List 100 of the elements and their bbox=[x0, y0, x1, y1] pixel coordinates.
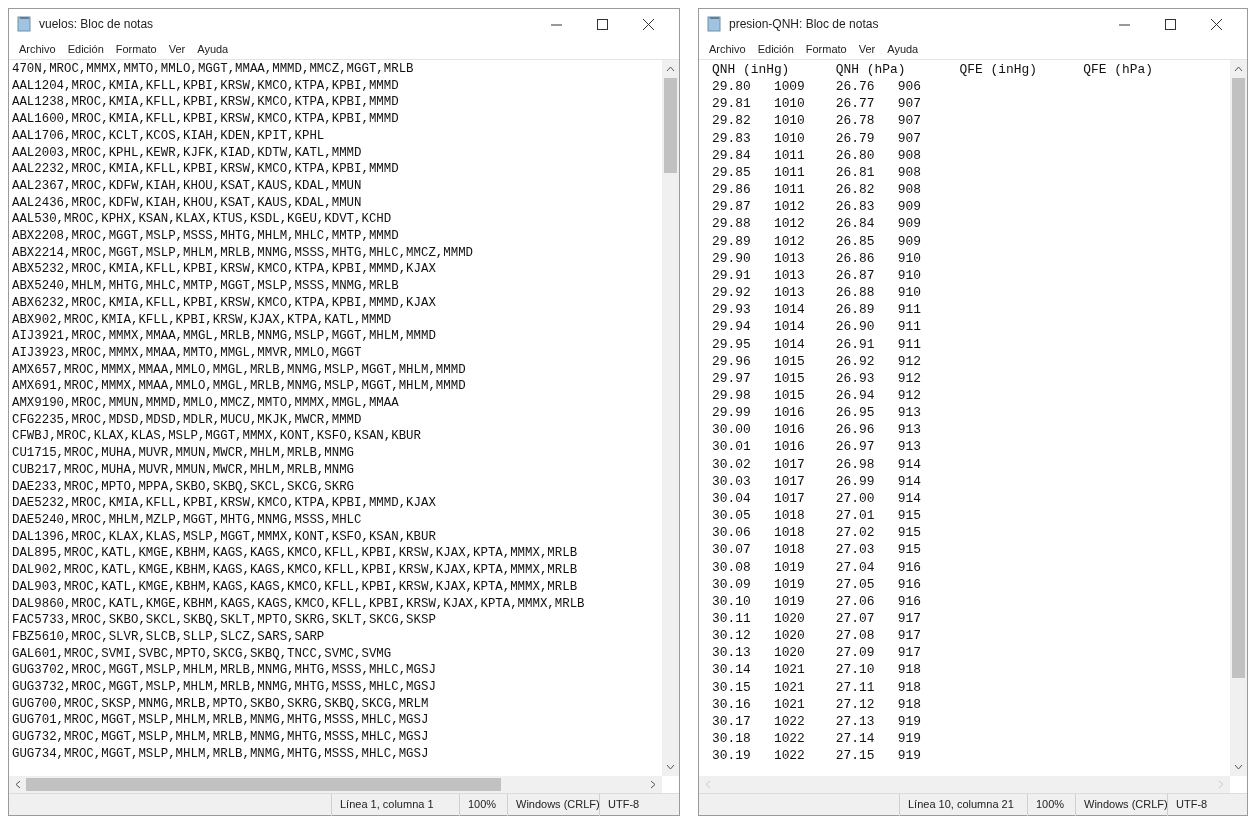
text-line: DAL1396,MROC,KLAX,KLAS,MSLP,MGGT,MMMX,KONT,KSFO,KSAN,KBUR bbox=[12, 528, 436, 546]
scrollbar-thumb[interactable] bbox=[664, 78, 677, 173]
text-line: CUB217,MROC,MUHA,MUVR,MMUN,MWCR,MHLM,MRLB,MNMG bbox=[12, 461, 355, 479]
text-line: DAL9860,MROC,KATL,KMGE,KBHM,KAGS,KAGS,KMCO,KFLL,KPBI,KRSW,KJAX,KPTA,MMMX,MRLB bbox=[12, 595, 585, 613]
status-text: UTF-8 bbox=[1167, 793, 1247, 816]
status-text: Línea 10, columna 21 bbox=[899, 793, 1027, 816]
text-line: 30.01 1016 26.97 913 bbox=[712, 438, 921, 456]
menu-item[interactable]: Edición bbox=[61, 39, 110, 59]
text-line: 30.11 1020 27.07 917 bbox=[712, 610, 921, 628]
text-line: DAL902,MROC,KATL,KMGE,KBHM,KAGS,KAGS,KMCO,KFLL,KPBI,KRSW,KJAX,KPTA,MMMX,MRLB bbox=[12, 562, 578, 579]
text-line: CFWBJ,MROC,KLAX,KLAS,MSLP,MGGT,MMMX,KONT,KSFO,KSAN,KBUR bbox=[12, 428, 421, 446]
scrollbar-thumb[interactable] bbox=[26, 778, 501, 791]
notepad-icon bbox=[17, 16, 31, 32]
text-line: 29.84 1011 26.80 908 bbox=[712, 146, 921, 164]
text-line: CFG2235,MROC,MDSD,MDSD,MDLR,MUCU,MKJK,MWCR,MMMD bbox=[12, 411, 362, 429]
text-line: AAL530,MROC,KPHX,KSAN,KLAX,KTUS,KSDL,KGEU,KDVT,KCHD bbox=[12, 211, 392, 229]
menu-item[interactable]: Archivo bbox=[13, 39, 62, 59]
text-line: 29.94 1014 26.90 911 bbox=[712, 318, 921, 336]
text-line: 29.99 1016 26.95 913 bbox=[712, 404, 921, 422]
text-line: AAL2232,MROC,KMIA,KFLL,KPBI,KRSW,KMCO,KTPA,KPBI,MMMD bbox=[12, 161, 399, 178]
text-line: 30.14 1021 27.10 918 bbox=[712, 661, 921, 679]
menu-item[interactable]: Formato bbox=[799, 39, 853, 59]
text-line: 30.18 1022 27.14 919 bbox=[712, 730, 921, 748]
menu-item[interactable]: Ver bbox=[852, 39, 882, 59]
text-line: 29.89 1012 26.85 909 bbox=[712, 232, 921, 250]
text-line: DAE5240,MROC,MHLM,MZLP,MGGT,MHTG,MNMG,MSSS,MHLC bbox=[12, 512, 362, 529]
text-line: 30.19 1022 27.15 919 bbox=[712, 747, 921, 765]
menu-item[interactable]: Edición bbox=[751, 39, 800, 59]
status-text: Windows (CRLF) bbox=[507, 793, 599, 816]
text-line: 29.95 1014 26.91 911 bbox=[712, 335, 921, 353]
text-line: AMX657,MROC,MMMX,MMAA,MMLO,MMGL,MRLB,MNMG,MSLP,MGGT,MHLM,MMMD bbox=[12, 361, 466, 379]
text-line: 29.87 1012 26.83 909 bbox=[712, 198, 921, 216]
text-line: 29.97 1015 26.93 912 bbox=[712, 369, 921, 387]
text-line: 29.88 1012 26.84 909 bbox=[712, 215, 921, 233]
close-icon bbox=[642, 18, 654, 30]
text-line: QNH (inHg) QNH (hPa) QFE (inHg) QFE (hPa) bbox=[712, 61, 1153, 79]
text-line: 30.10 1019 27.06 916 bbox=[712, 592, 921, 610]
maximize-icon bbox=[1164, 18, 1176, 30]
text-line: 29.92 1013 26.88 910 bbox=[712, 284, 921, 302]
vertical-scrollbar[interactable] bbox=[1230, 60, 1247, 776]
text-line: ABX2214,MROC,MGGT,MSLP,MHLM,MRLB,MNMG,MSSS,MHTG,MHLC,MMCZ,MMMD bbox=[12, 244, 473, 262]
text-line: 29.98 1015 26.94 912 bbox=[712, 386, 921, 405]
text-line: 30.09 1019 27.05 916 bbox=[712, 575, 921, 593]
maximize-icon bbox=[596, 18, 608, 30]
text-line: 30.07 1018 27.03 915 bbox=[712, 541, 921, 559]
text-line: 30.13 1020 27.09 917 bbox=[712, 644, 921, 662]
text-line: GUG732,MROC,MGGT,MSLP,MHLM,MRLB,MNMG,MHTG,MSSS,MHLC,MGSJ bbox=[12, 729, 429, 746]
text-line: DAE233,MROC,MPTO,MPPA,SKBO,SKBQ,SKCL,SKCG,SKRG bbox=[12, 478, 355, 496]
text-line: AMX9190,MROC,MMUN,MMMD,MMLO,MMCZ,MMTO,MMMX,MMGL,MMAA bbox=[12, 395, 399, 412]
menu-item[interactable]: Ayuda bbox=[881, 39, 925, 59]
text-line: 30.16 1021 27.12 918 bbox=[712, 695, 921, 713]
menu-item[interactable]: Archivo bbox=[703, 39, 752, 59]
text-line: 29.81 1010 26.77 907 bbox=[712, 95, 921, 113]
text-line: 29.93 1014 26.89 911 bbox=[712, 301, 921, 319]
text-line: ABX6232,MROC,KMIA,KFLL,KPBI,KRSW,KMCO,KTPA,KPBI,MMMD,KJAX bbox=[12, 294, 436, 312]
status-text: Línea 1, columna 1 bbox=[331, 793, 459, 816]
text-line: 29.80 1009 26.76 906 bbox=[712, 78, 921, 96]
window-title: presion-QNH: Bloc de notas bbox=[729, 16, 880, 33]
text-line: 29.82 1010 26.78 907 bbox=[712, 112, 921, 130]
text-line: 30.05 1018 27.01 915 bbox=[712, 507, 921, 525]
text-line: 30.04 1017 27.00 914 bbox=[712, 489, 921, 508]
text-line: DAE5232,MROC,KMIA,KFLL,KPBI,KRSW,KMCO,KTPA,KPBI,MMMD,KJAX bbox=[12, 495, 436, 512]
text-line: GUG3732,MROC,MGGT,MSLP,MHLM,MRLB,MNMG,MHTG,MSSS,MHLC,MGSJ bbox=[12, 679, 436, 696]
text-line: ABX2208,MROC,MGGT,MSLP,MSSS,MHTG,MHLM,MHLC,MMTP,MMMD bbox=[12, 228, 399, 245]
text-line: 29.90 1013 26.86 910 bbox=[712, 249, 921, 267]
text-line: 30.03 1017 26.99 914 bbox=[712, 472, 921, 490]
text-line: 30.02 1017 26.98 914 bbox=[712, 455, 921, 473]
text-line: 30.06 1018 27.02 915 bbox=[712, 524, 921, 542]
status-text: 100% bbox=[459, 793, 507, 816]
text-line: 29.86 1011 26.82 908 bbox=[712, 181, 921, 199]
text-line: ABX902,MROC,KMIA,KFLL,KPBI,KRSW,KJAX,KTPA,KATL,MMMD bbox=[12, 311, 392, 329]
close-icon bbox=[1210, 18, 1222, 30]
scrollbar-thumb[interactable] bbox=[1232, 78, 1245, 678]
text-line: 30.00 1016 26.96 913 bbox=[712, 421, 921, 439]
vertical-scrollbar[interactable] bbox=[662, 60, 679, 776]
text-line: FAC5733,MROC,SKBO,SKCL,SKBQ,SKLT,MPTO,SKRG,SKLT,SKCG,SKSP bbox=[12, 612, 436, 629]
text-line: AAL1238,MROC,KMIA,KFLL,KPBI,KRSW,KMCO,KTPA,KPBI,MMMD bbox=[12, 94, 399, 112]
status-text: 100% bbox=[1027, 793, 1075, 816]
text-line: 29.85 1011 26.81 908 bbox=[712, 163, 921, 182]
text-line: 470N,MROC,MMMX,MMTO,MMLO,MGGT,MMAA,MMMD,MMCZ,MGGT,MRLB bbox=[12, 61, 414, 78]
text-line: CU1715,MROC,MUHA,MUVR,MMUN,MWCR,MHLM,MRLB,MNMG bbox=[12, 445, 355, 462]
menu-item[interactable]: Formato bbox=[109, 39, 163, 59]
text-line: GUG701,MROC,MGGT,MSLP,MHLM,MRLB,MNMG,MHTG,MSSS,MHLC,MGSJ bbox=[12, 712, 429, 730]
text-line: DAL895,MROC,KATL,KMGE,KBHM,KAGS,KAGS,KMCO,KFLL,KPBI,KRSW,KJAX,KPTA,MMMX,MRLB bbox=[12, 545, 578, 563]
text-line: GAL601,MROC,SVMI,SVBC,MPTO,SKCG,SKBQ,TNCC,SVMC,SVMG bbox=[12, 645, 392, 663]
text-line: AAL1204,MROC,KMIA,KFLL,KPBI,KRSW,KMCO,KTPA,KPBI,MMMD bbox=[12, 77, 399, 95]
text-line: GUG734,MROC,MGGT,MSLP,MHLM,MRLB,MNMG,MHTG,MSSS,MHLC,MGSJ bbox=[12, 745, 429, 763]
text-line: GUG3702,MROC,MGGT,MSLP,MHLM,MRLB,MNMG,MHTG,MSSS,MHLC,MGSJ bbox=[12, 662, 436, 679]
text-line: ABX5240,MHLM,MHTG,MHLC,MMTP,MGGT,MSLP,MSSS,MNMG,MRLB bbox=[12, 278, 399, 295]
text-line: 29.91 1013 26.87 910 bbox=[712, 266, 921, 285]
text-line: AIJ3923,MROC,MMMX,MMAA,MMTO,MMGL,MMVR,MMLO,MGGT bbox=[12, 344, 362, 362]
text-line: 30.08 1019 27.04 916 bbox=[712, 558, 921, 576]
text-line: GUG700,MROC,SKSP,MNMG,MRLB,MPTO,SKBO,SKRG,SKBQ,SKCG,MRLM bbox=[12, 695, 429, 713]
text-line: DAL903,MROC,KATL,KMGE,KBHM,KAGS,KAGS,KMCO,KFLL,KPBI,KRSW,KJAX,KPTA,MMMX,MRLB bbox=[12, 578, 578, 596]
text-line: 30.12 1020 27.08 917 bbox=[712, 627, 921, 645]
notepad-icon bbox=[707, 16, 721, 32]
text-line: AAL2367,MROC,KDFW,KIAH,KHOU,KSAT,KAUS,KDAL,MMUN bbox=[12, 177, 362, 195]
menu-item[interactable]: Ayuda bbox=[191, 39, 235, 59]
horizontal-scrollbar[interactable] bbox=[9, 776, 662, 793]
menu-item[interactable]: Ver bbox=[162, 39, 192, 59]
